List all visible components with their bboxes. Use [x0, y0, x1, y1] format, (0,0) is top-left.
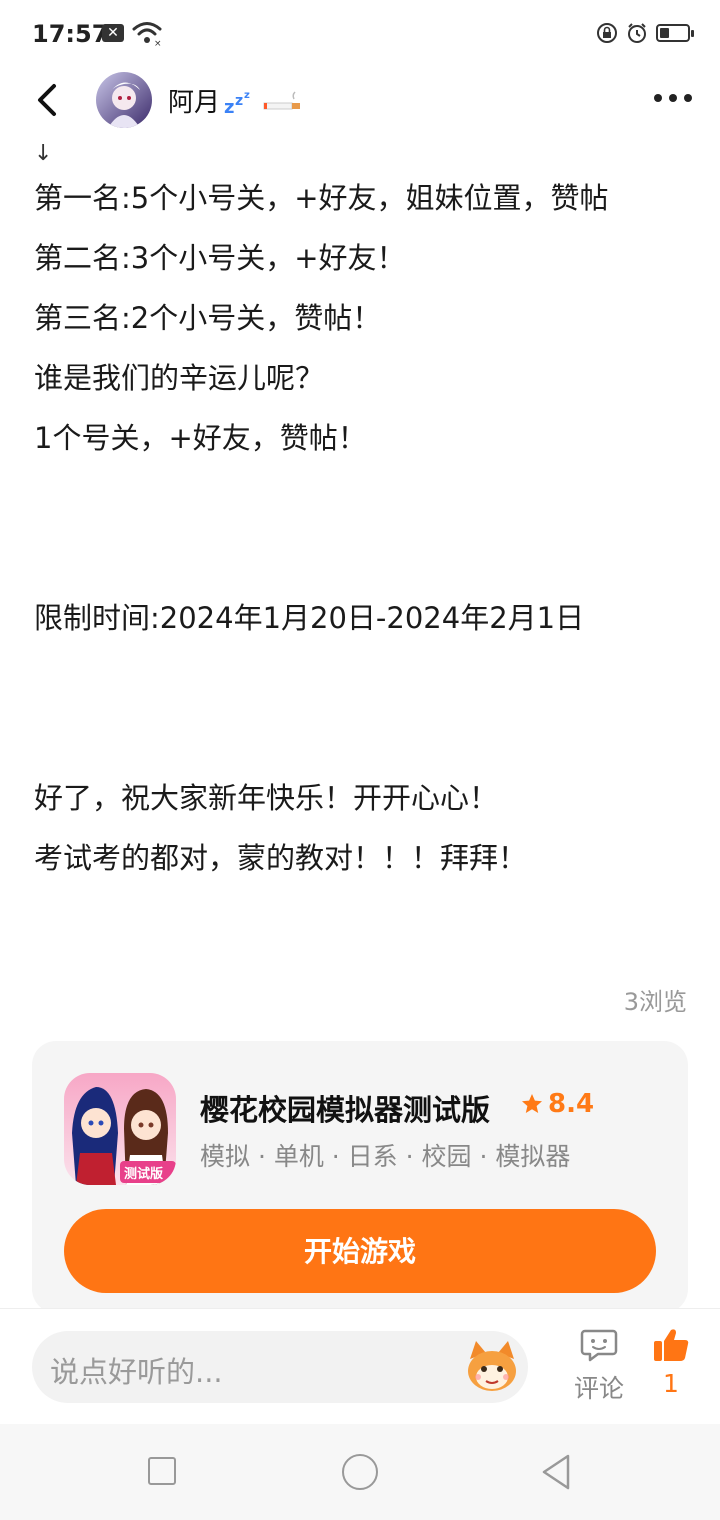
post-content: ↓ 第一名:5个小号关，+好友，姐妹位置，赞帖 第二名:3个小号关，+好友！ 第三名… — [34, 140, 694, 888]
alarm-icon — [628, 23, 646, 43]
post-arrow: ↓ — [34, 141, 53, 166]
comment-label: 评论 — [573, 1374, 624, 1403]
x-app-icon: ✕ — [102, 24, 124, 42]
cigarette-emoji-icon — [263, 90, 301, 109]
game-tags: 模拟 · 单机 · 日系 · 校园 · 模拟器 — [200, 1142, 571, 1171]
comment-button[interactable]: 评论 — [566, 1327, 632, 1405]
system-back-button[interactable] — [538, 1452, 574, 1492]
post-line — [34, 708, 694, 768]
comment-icon — [580, 1329, 618, 1362]
username[interactable]: 阿月 z z z — [168, 82, 302, 119]
svg-text:z: z — [235, 93, 243, 109]
dot-icon — [669, 94, 677, 102]
status-time: 17:57 — [32, 20, 109, 48]
post-line: 好了，祝大家新年快乐！开开心心！ — [34, 781, 499, 815]
like-button[interactable]: 1 — [646, 1327, 696, 1398]
username-text: 阿月 — [168, 88, 221, 118]
bottom-action-bar: 说点好听的... 评论 1 — [0, 1308, 720, 1425]
game-card[interactable]: 测试版 樱花校园模拟器测试版 8.4 模拟 · 单机 · 日系 · 校园 · 模… — [32, 1041, 688, 1313]
battery-icon — [656, 24, 694, 42]
like-count: 1 — [663, 1369, 679, 1398]
dot-icon — [684, 94, 692, 102]
system-nav-bar — [0, 1424, 720, 1520]
zzz-emoji-icon: z z z — [224, 90, 250, 115]
game-title[interactable]: 樱花校园模拟器测试版 — [200, 1087, 490, 1129]
dot-icon — [654, 94, 662, 102]
game-rating: 8.4 — [520, 1089, 594, 1119]
post-line: 考试考的都对，蒙的教对！！！拜拜！ — [34, 841, 528, 875]
recent-apps-button[interactable] — [148, 1457, 176, 1485]
game-icon-badge: 测试版 — [124, 1167, 164, 1182]
game-icon[interactable]: 测试版 — [64, 1073, 176, 1185]
start-game-button[interactable]: 开始游戏 — [64, 1209, 656, 1293]
svg-text:×: × — [154, 39, 162, 46]
post-line: 第一名:5个小号关，+好友，姐妹位置，赞帖 — [34, 181, 609, 215]
star-icon — [522, 1094, 542, 1113]
svg-text:z: z — [244, 90, 250, 101]
post-line: 限制时间:2024年1月20日-2024年2月1日 — [34, 601, 585, 635]
post-line — [34, 468, 694, 528]
avatar[interactable] — [96, 72, 152, 128]
mascot-emoji-icon[interactable] — [462, 1337, 522, 1397]
game-rating-value: 8.4 — [548, 1089, 595, 1119]
post-lines: 第一名:5个小号关，+好友，姐妹位置，赞帖 第二名:3个小号关，+好友！ 第三名:2… — [34, 168, 694, 888]
status-right-icons — [596, 22, 694, 44]
view-count: 3浏览 — [623, 988, 687, 1016]
thumbs-up-icon — [654, 1329, 689, 1361]
lock-rotation-icon — [597, 23, 617, 43]
post-line: 第三名:2个小号关，赞帖！ — [34, 301, 382, 335]
home-button[interactable] — [342, 1454, 378, 1490]
post-line — [34, 528, 694, 588]
post-line: 1个号关，+好友，赞帖！ — [34, 421, 367, 455]
more-options-button[interactable] — [654, 94, 692, 102]
svg-text:z: z — [224, 97, 234, 115]
battery-level — [660, 28, 670, 38]
status-bar: 17:57 ✕ × — [0, 0, 720, 72]
post-line: 第二名:3个小号关，+好友！ — [34, 241, 406, 275]
wifi-icon: × — [132, 22, 162, 46]
comment-placeholder: 说点好听的... — [50, 1355, 223, 1389]
comment-input[interactable]: 说点好听的... — [32, 1331, 528, 1403]
post-line — [34, 648, 694, 708]
post-header: 阿月 z z z — [0, 72, 720, 128]
post-line: 谁是我们的辛运儿呢？ — [34, 361, 325, 395]
back-button[interactable] — [30, 78, 70, 122]
